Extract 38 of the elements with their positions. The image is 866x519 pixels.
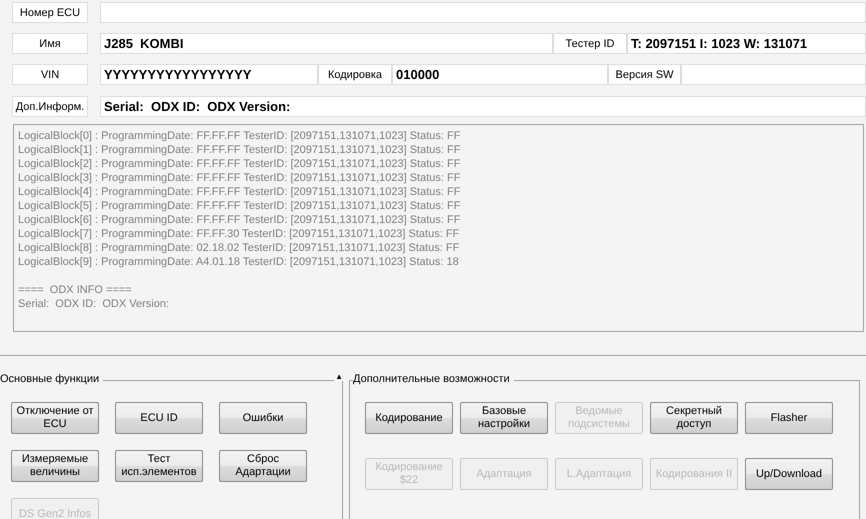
collapse-button[interactable]: ▲ <box>334 372 344 381</box>
vin-field[interactable]: YYYYYYYYYYYYYYYYY <box>100 64 318 85</box>
field-label: Имя <box>12 33 88 54</box>
field-label: Кодировка <box>318 64 392 85</box>
log-line: LogicalBlock[2] : ProgrammingDate: FF.FF.FF TesterID: [2097151,131071,1023] Status: FF <box>18 157 462 171</box>
log-line: LogicalBlock[8] : ProgrammingDate: 02.18.02 TesterID: [2097151,131071,1023] Status: FF <box>18 241 460 255</box>
function-button[interactable]: Секретный доступ <box>650 402 738 434</box>
log-line: LogicalBlock[1] : ProgrammingDate: FF.FF.FF TesterID: [2097151,131071,1023] Status: FF <box>18 143 462 157</box>
log-line: LogicalBlock[5] : ProgrammingDate: FF.FF.FF TesterID: [2097151,131071,1023] Status: FF <box>18 199 462 213</box>
log-line: ==== ODX INFO ==== <box>18 283 133 297</box>
field-label: Доп.Информ. <box>12 96 88 117</box>
function-button[interactable]: Кодирование <box>365 402 453 434</box>
group-title: Основные функции <box>0 373 104 385</box>
coding-field[interactable]: 010000 <box>392 64 608 85</box>
function-button[interactable]: Сброс Адартации <box>219 450 307 482</box>
log-line: LogicalBlock[0] : ProgrammingDate: FF.FF.FF TesterID: [2097151,131071,1023] Status: FF <box>18 129 462 143</box>
log-line: LogicalBlock[4] : ProgrammingDate: FF.FF.FF TesterID: [2097151,131071,1023] Status: FF <box>18 185 462 199</box>
function-button[interactable]: Отключение от ECU <box>11 402 99 434</box>
function-button[interactable]: Flasher <box>745 402 833 434</box>
field-label: Тестер ID <box>553 33 627 54</box>
log-line: LogicalBlock[3] : ProgrammingDate: FF.FF.FF TesterID: [2097151,131071,1023] Status: FF <box>18 171 462 185</box>
field-label: VIN <box>12 64 88 85</box>
log-line: LogicalBlock[7] : ProgrammingDate: FF.FF.30 TesterID: [2097151,131071,1023] Status: FF <box>18 227 460 241</box>
function-button[interactable]: Базовые настройки <box>460 402 548 434</box>
function-button[interactable]: Ошибки <box>219 402 307 434</box>
extra-info-field[interactable]: Serial: ODX ID: ODX Version: <box>100 96 866 117</box>
log-line: Serial: ODX ID: ODX Version: <box>18 297 170 311</box>
tester-id-field[interactable]: T: 2097151 I: 1023 W: 131071 <box>627 33 866 54</box>
function-button[interactable]: Up/Download <box>745 458 833 490</box>
name-field[interactable]: J285 KOMBI <box>100 33 553 54</box>
field-label: Номер ECU <box>12 2 88 23</box>
log-line: LogicalBlock[9] : ProgrammingDate: A4.01.18 TesterID: [2097151,131071,1023] Status: 18 <box>18 255 460 269</box>
log-line: LogicalBlock[6] : ProgrammingDate: FF.FF.FF TesterID: [2097151,131071,1023] Status: FF <box>18 213 462 227</box>
function-button[interactable]: Тест исп.элементов <box>115 450 203 482</box>
group-title: Дополнительные возможности <box>353 373 514 385</box>
function-button[interactable]: ECU ID <box>115 402 203 434</box>
field-label: Версия SW <box>608 64 681 85</box>
function-button[interactable]: Измеряемые величины <box>11 450 99 482</box>
